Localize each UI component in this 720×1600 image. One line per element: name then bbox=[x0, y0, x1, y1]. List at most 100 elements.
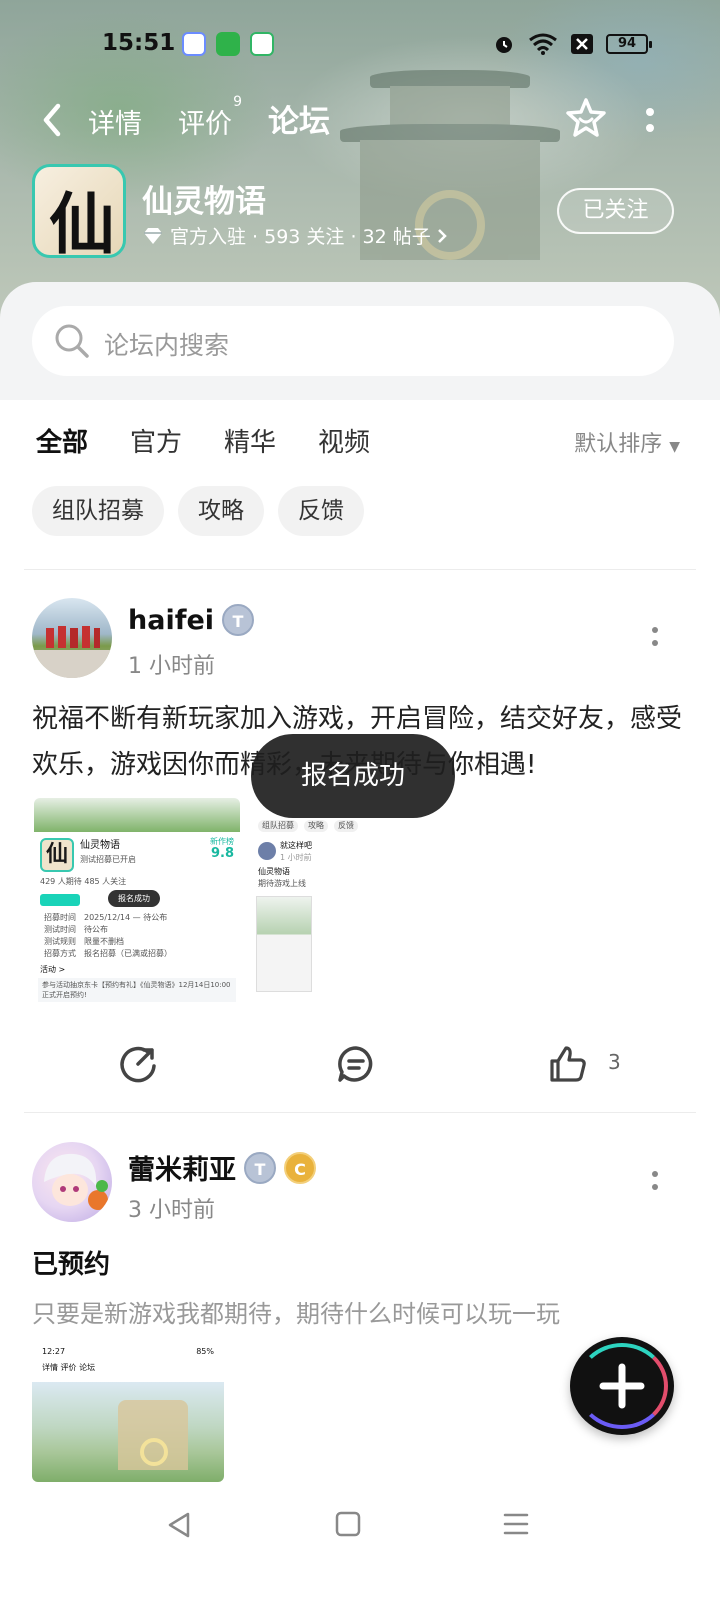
thumb2-user: 就这样吧 1 小时前 bbox=[250, 838, 450, 866]
tab-featured[interactable]: 精华 bbox=[224, 422, 276, 459]
author-name: haifei bbox=[128, 604, 215, 636]
thumb-game-header: 仙 仙灵物语 测试招募已开启 新作榜 9.8 bbox=[34, 832, 240, 876]
tab-reviews-label: 评价 bbox=[178, 109, 232, 140]
game-meta[interactable]: 官方入驻 · 593 关注 · 32 帖子 bbox=[142, 222, 447, 249]
home-nav-icon[interactable] bbox=[334, 1510, 362, 1538]
post-image[interactable]: 组队招募 攻略 反馈 就这样吧 1 小时前 仙灵物语 期待游戏上线 bbox=[250, 798, 450, 1010]
post-author[interactable]: 蕾米莉亚 T C bbox=[128, 1148, 316, 1187]
follow-button[interactable]: 已关注 bbox=[557, 188, 674, 234]
thumb-recruit-line: 测试招募已开启 bbox=[80, 855, 136, 864]
forum-tabs: 全部 官方 精华 视频 默认排序 ▼ bbox=[0, 400, 720, 480]
sort-dropdown[interactable]: 默认排序 ▼ bbox=[574, 426, 680, 458]
game-meta-text: 官方入驻 · 593 关注 · 32 帖子 bbox=[170, 226, 431, 248]
thumb2-nested-screenshot bbox=[256, 896, 312, 992]
search-icon bbox=[55, 324, 89, 358]
tab-all[interactable]: 全部 bbox=[36, 422, 88, 461]
favorite-star-icon[interactable] bbox=[564, 96, 608, 140]
tab-details[interactable]: 详情 bbox=[88, 102, 142, 141]
thumb2-sub: 期待游戏上线 bbox=[258, 879, 306, 888]
status-bar: 15:51 94 bbox=[0, 30, 720, 62]
search-input[interactable]: 论坛内搜索 bbox=[32, 306, 674, 376]
post-image[interactable]: 仙 仙灵物语 测试招募已开启 新作榜 9.8 429 人期待 485 人关注 报… bbox=[34, 798, 240, 1010]
thumb-row-1: 招募时间 2025/12/14 — 待公布 bbox=[44, 913, 168, 922]
post-author[interactable]: haifei T bbox=[128, 604, 255, 636]
tab-forum[interactable]: 论坛 bbox=[268, 96, 330, 141]
more-options-icon[interactable] bbox=[640, 100, 660, 140]
thumb-score: 9.8 bbox=[210, 846, 234, 861]
chevron-right-icon bbox=[437, 228, 447, 243]
status-time: 15:51 bbox=[102, 30, 176, 56]
post-content: 只要是新游戏我都期待，期待什么时候可以玩一玩 bbox=[32, 1300, 560, 1328]
chip-guides[interactable]: 攻略 bbox=[178, 486, 264, 536]
notification-icons bbox=[182, 32, 274, 56]
thumb-promo: 参与活动抽京东卡【预约有礼】《仙灵物语》12月14日10:00正式开启预约! bbox=[38, 978, 236, 1002]
shield-icon bbox=[216, 32, 240, 56]
thumb-row-4: 招募方式 报名招募（已满或招募） bbox=[44, 949, 172, 958]
avatar[interactable] bbox=[32, 598, 112, 678]
game-name: 仙灵物语 bbox=[142, 184, 266, 220]
thumb-banner bbox=[34, 798, 240, 832]
no-sim-icon bbox=[571, 34, 593, 54]
post-time: 3 小时前 bbox=[128, 1198, 215, 1223]
avatar-anime-character bbox=[44, 1153, 108, 1210]
author-name: 蕾米莉亚 bbox=[128, 1155, 236, 1186]
avatar-photo bbox=[32, 626, 112, 678]
thumb-stats: 429 人期待 485 人关注 bbox=[40, 877, 127, 886]
thumb-activity: 活动 > bbox=[40, 965, 66, 974]
thumb3-arch bbox=[140, 1438, 168, 1466]
thumb-row-3: 测试规则 限量不删档 bbox=[44, 937, 124, 946]
back-icon[interactable] bbox=[38, 100, 68, 140]
share-icon[interactable] bbox=[118, 1044, 158, 1084]
create-post-button[interactable] bbox=[570, 1337, 674, 1435]
alarm-icon bbox=[496, 37, 512, 53]
post-more-icon[interactable] bbox=[650, 1170, 660, 1192]
toast-message: 报名成功 bbox=[251, 734, 455, 818]
plus-icon bbox=[599, 1363, 645, 1409]
thumb2-avatar bbox=[258, 842, 276, 860]
chip-feedback[interactable]: 反馈 bbox=[278, 486, 364, 536]
diamond-icon bbox=[144, 227, 162, 244]
post-card[interactable]: haifei T 1 小时前 祝福不断有新玩家加入游戏，开启冒险，结交好友，感受… bbox=[0, 598, 720, 1108]
creator-badge-icon: C bbox=[284, 1151, 316, 1184]
comment-icon[interactable] bbox=[336, 1044, 376, 1084]
tab-video[interactable]: 视频 bbox=[318, 422, 370, 459]
wifi-icon bbox=[529, 33, 557, 55]
like-count: 3 bbox=[608, 1050, 621, 1074]
thumb-game-name: 仙灵物语 bbox=[80, 840, 120, 851]
thumb-toast-row: 报名成功 bbox=[34, 888, 240, 912]
divider bbox=[24, 1112, 696, 1113]
battery-icon: 94 bbox=[606, 34, 652, 54]
post-time: 1 小时前 bbox=[128, 654, 215, 679]
post-image[interactable]: 12:27 85% 详情 评价 论坛 bbox=[32, 1342, 224, 1482]
caret-down-icon: ▼ bbox=[669, 439, 680, 455]
avatar[interactable] bbox=[32, 1142, 112, 1222]
thumb-tag bbox=[40, 894, 80, 906]
thumb-toast: 报名成功 bbox=[108, 890, 160, 907]
post-actions: 3 bbox=[0, 1034, 720, 1094]
game-info: 仙 仙灵物语 官方入驻 · 593 关注 · 32 帖子 已关注 bbox=[0, 164, 720, 260]
game-icon: 仙 bbox=[32, 164, 126, 258]
review-count-badge: 9 bbox=[233, 94, 242, 110]
like-icon[interactable] bbox=[548, 1044, 588, 1084]
top-navigation: 详情 评价 9 论坛 bbox=[0, 94, 720, 146]
search-panel: 论坛内搜索 bbox=[0, 282, 720, 402]
thumb-game-icon: 仙 bbox=[40, 838, 74, 872]
search-placeholder: 论坛内搜索 bbox=[104, 331, 230, 360]
tab-official[interactable]: 官方 bbox=[130, 422, 182, 459]
thumb2-title: 仙灵物语 bbox=[258, 867, 290, 876]
sort-label: 默认排序 bbox=[574, 432, 663, 457]
back-nav-icon[interactable] bbox=[164, 1510, 194, 1540]
post-more-icon[interactable] bbox=[650, 626, 660, 648]
app-notify-icon bbox=[182, 32, 206, 56]
level-badge-icon: T bbox=[222, 604, 255, 636]
chip-team-recruit[interactable]: 组队招募 bbox=[32, 486, 164, 536]
category-chips: 组队招募 攻略 反馈 bbox=[32, 486, 364, 536]
game-icon-glyph: 仙 bbox=[49, 185, 115, 258]
video-app-icon bbox=[250, 32, 274, 56]
tab-reviews[interactable]: 评价 9 bbox=[178, 94, 242, 141]
post-title: 已预约 bbox=[32, 1250, 111, 1280]
recents-nav-icon[interactable] bbox=[502, 1510, 530, 1538]
level-badge-icon: T bbox=[244, 1151, 276, 1184]
thumb3-tabs: 详情 评价 论坛 bbox=[42, 1363, 96, 1372]
system-navigation-bar bbox=[0, 1490, 720, 1600]
